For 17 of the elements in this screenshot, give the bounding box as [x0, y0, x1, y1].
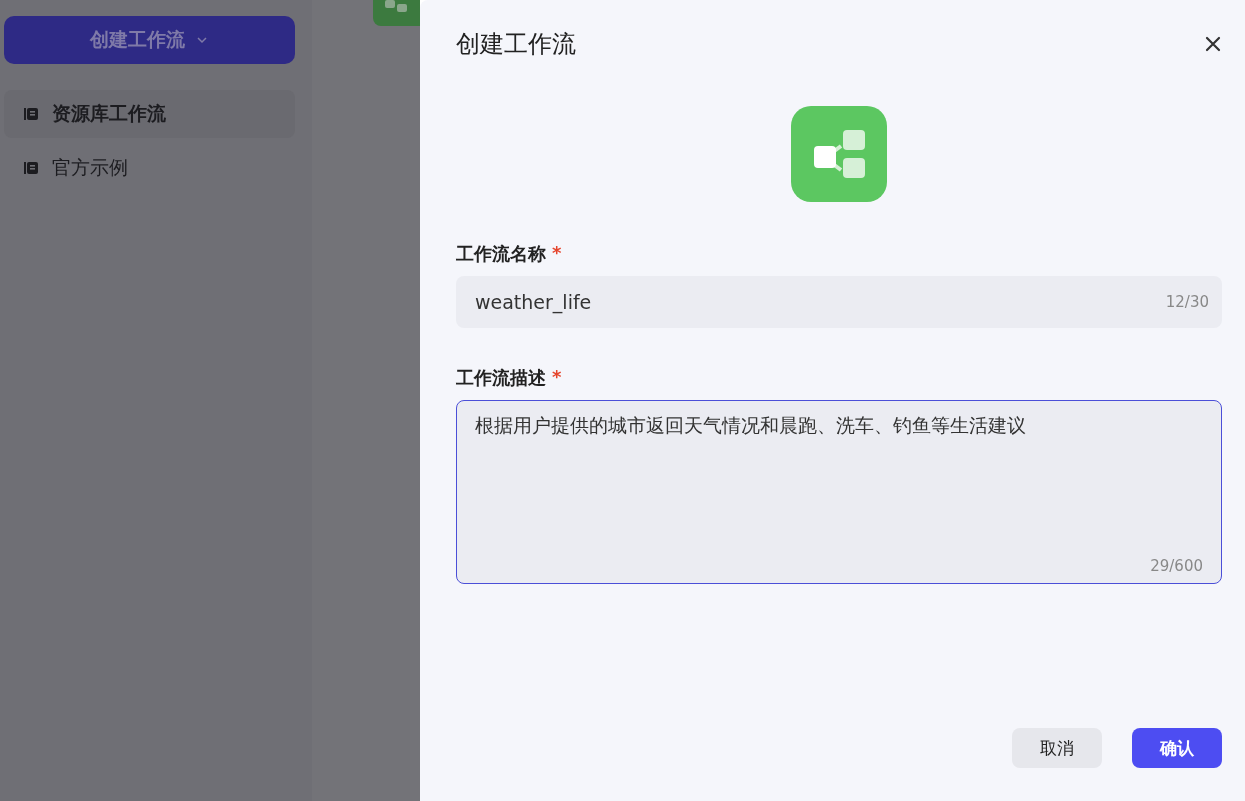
field-label: 工作流名称: [456, 242, 546, 266]
create-workflow-button[interactable]: 创建工作流: [4, 16, 295, 64]
textarea-field[interactable]: 根据用户提供的城市返回天气情况和晨跑、洗车、钓鱼等生活建议 29/600: [456, 400, 1222, 584]
input-field[interactable]: weather_life 12/30: [456, 276, 1222, 328]
confirm-button[interactable]: 确认: [1132, 728, 1222, 768]
cancel-button[interactable]: 取消: [1012, 728, 1102, 768]
required-asterisk: *: [552, 242, 562, 265]
dialog-title: 创建工作流: [456, 29, 576, 60]
close-icon[interactable]: [1204, 35, 1222, 53]
field-label: 工作流描述: [456, 366, 546, 390]
sidebar-item[interactable]: 官方示例: [4, 144, 295, 192]
book-icon: [24, 107, 38, 121]
book-icon: [24, 161, 38, 175]
required-asterisk: *: [552, 366, 562, 389]
sidebar-item[interactable]: 资源库工作流: [4, 90, 295, 138]
workflow-icon: [373, 0, 420, 26]
workflow-icon: [791, 106, 887, 202]
